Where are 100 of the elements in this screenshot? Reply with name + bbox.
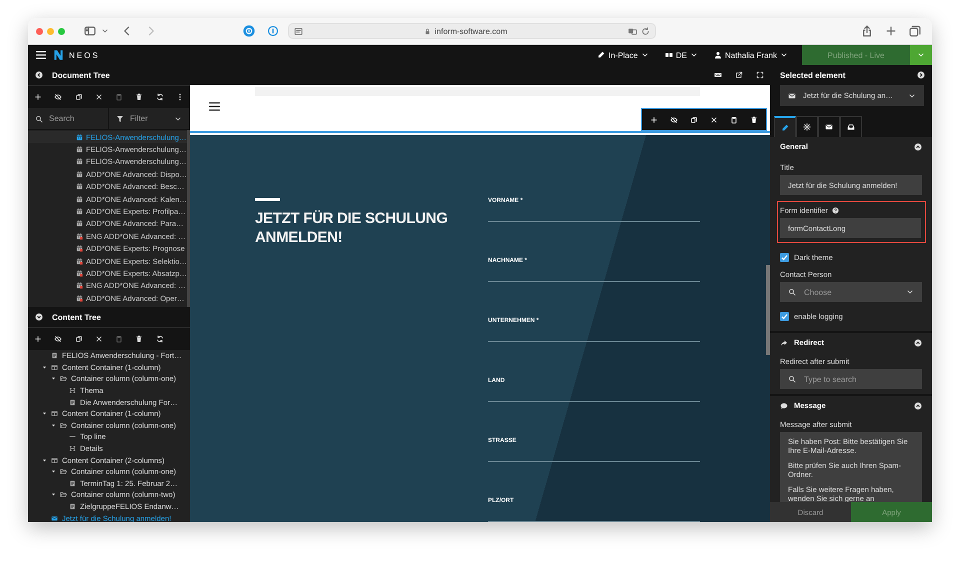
search-icon [788, 375, 796, 383]
search-icon [788, 288, 796, 296]
user-icon [714, 51, 722, 59]
expand-toggle-icon[interactable] [51, 469, 56, 474]
inspector-tab[interactable] [818, 116, 840, 137]
refresh-icon[interactable] [156, 93, 164, 101]
cut-icon[interactable] [94, 93, 103, 101]
collapse-panel-icon[interactable] [35, 71, 43, 79]
envelope-icon [788, 92, 796, 100]
fullscreen-icon[interactable] [756, 71, 764, 79]
section-toggle-icon[interactable] [914, 142, 922, 150]
brand-name: NEOS [69, 50, 100, 60]
document-icon [51, 352, 58, 360]
columns-icon [51, 364, 58, 371]
speech-bubble-icon [780, 402, 788, 410]
settings-icon [803, 123, 811, 131]
search-field[interactable]: Type to search [780, 369, 922, 389]
dimensions-icon [664, 51, 673, 59]
envelope-icon [825, 123, 833, 131]
logo-icon [53, 49, 64, 61]
section-toggle-icon[interactable] [914, 402, 922, 410]
page-icon [294, 26, 303, 36]
document-icon [69, 480, 76, 487]
extension-icon[interactable] [243, 25, 255, 37]
copy-icon[interactable] [74, 335, 83, 343]
copy-icon[interactable] [690, 116, 698, 124]
document-icon [69, 503, 76, 510]
folder-icon [60, 375, 67, 382]
placeholder-text: Search [49, 114, 76, 123]
expand-toggle-icon[interactable] [51, 492, 56, 498]
checkbox[interactable] [780, 312, 789, 320]
caret-icon[interactable] [101, 27, 109, 35]
heading-icon [69, 387, 76, 394]
translate-icon[interactable] [628, 26, 637, 36]
reload-icon[interactable] [641, 26, 650, 36]
delete-icon[interactable] [135, 93, 144, 101]
hide-icon[interactable] [54, 93, 62, 101]
checkbox[interactable] [780, 252, 789, 262]
panel-title: Selected element [780, 70, 846, 80]
copy-icon[interactable] [74, 93, 83, 101]
caret-icon [906, 288, 914, 296]
cut-icon[interactable] [94, 335, 103, 343]
delete-icon[interactable] [135, 335, 144, 343]
extension-icon[interactable] [267, 25, 279, 37]
add-icon[interactable] [34, 93, 42, 101]
heading-rule [255, 198, 280, 201]
caret-icon [690, 51, 698, 59]
close-window-dot[interactable] [36, 28, 43, 34]
user-menu[interactable]: Nathalia Frank [712, 50, 790, 60]
expand-toggle-icon[interactable] [42, 364, 47, 370]
filter-icon [116, 114, 124, 122]
expand-toggle-icon[interactable] [42, 458, 47, 463]
columns-icon [51, 456, 58, 464]
collapse-panel-icon[interactable] [917, 71, 925, 79]
placeholder-text: Choose [804, 288, 833, 296]
expand-toggle-icon[interactable] [42, 411, 47, 416]
menu-icon[interactable] [35, 49, 47, 61]
folder-icon [60, 468, 67, 476]
sidebar-icon[interactable] [84, 25, 96, 37]
address-bar[interactable]: inform-software.com [288, 23, 656, 39]
expand-toggle-icon[interactable] [51, 422, 56, 428]
select-dropdown[interactable]: Choose [780, 282, 922, 302]
add-icon[interactable] [34, 335, 42, 343]
panel-title: Content Tree [52, 312, 101, 322]
share-icon[interactable] [861, 25, 873, 37]
keyboard-icon[interactable] [714, 71, 722, 79]
collapse-panel-icon[interactable] [35, 313, 43, 321]
url-text: inform-software.com [434, 26, 508, 36]
pencil-icon [597, 51, 606, 59]
pencil-icon [781, 124, 789, 132]
scrollbar-thumb[interactable] [766, 265, 770, 355]
inbox-icon [847, 123, 855, 131]
lock-icon [424, 28, 431, 34]
expand-toggle-icon[interactable] [51, 376, 56, 382]
caret-icon [917, 51, 925, 59]
external-link-icon[interactable] [735, 71, 743, 79]
new-tab-icon[interactable] [885, 25, 897, 37]
refresh-icon[interactable] [156, 335, 164, 343]
zoom-window-dot[interactable] [58, 28, 65, 34]
section-toggle-icon[interactable] [914, 338, 922, 346]
search-field[interactable]: Search [28, 108, 109, 129]
folder-icon [60, 491, 67, 498]
inspector-tab[interactable] [796, 116, 818, 137]
caret-icon [780, 51, 788, 59]
folder-icon [60, 422, 67, 429]
document-icon [69, 398, 76, 406]
hide-icon[interactable] [54, 335, 62, 343]
heading-icon [69, 445, 76, 452]
menu-icon[interactable] [208, 100, 221, 113]
tabs-icon[interactable] [909, 25, 921, 37]
caret-icon [908, 92, 916, 100]
caret-icon [640, 51, 649, 59]
language-dropdown[interactable]: DE [662, 50, 700, 60]
inspector-tab[interactable] [774, 116, 796, 137]
minimize-window-dot[interactable] [47, 28, 54, 34]
placeholder-text: Type to search [804, 374, 858, 384]
help-icon[interactable] [832, 207, 839, 214]
inspector-tab[interactable] [840, 116, 862, 137]
edit-mode-dropdown[interactable]: In-Place [595, 50, 651, 60]
delete-icon[interactable] [750, 116, 758, 124]
